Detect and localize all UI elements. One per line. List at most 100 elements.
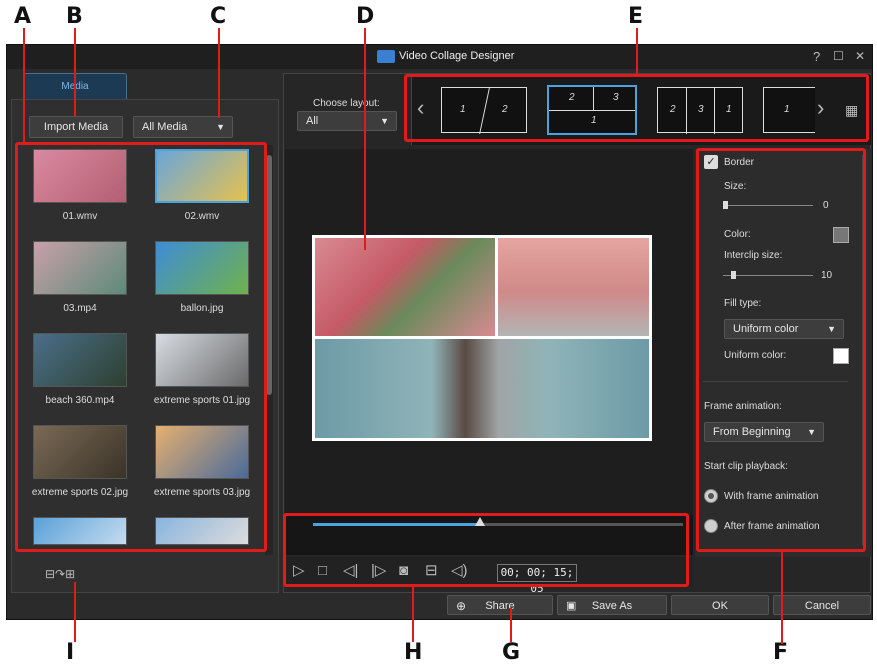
timecode-display[interactable]: 00; 00; 15; 05 <box>497 564 577 595</box>
interclip-slider[interactable] <box>723 271 813 279</box>
cancel-button[interactable]: Cancel <box>773 595 871 615</box>
media-thumbnail[interactable] <box>33 149 127 203</box>
layout-cell-label: 2 <box>670 104 676 115</box>
layout-label: Choose layout: <box>313 98 380 109</box>
media-item-label: extreme sports 01.jpg <box>153 395 251 406</box>
prev-frame-icon[interactable]: ◁| <box>343 563 358 578</box>
collage-clip-1[interactable] <box>315 238 495 336</box>
dropdown-icon: ▼ <box>380 116 389 126</box>
media-thumbnail[interactable] <box>155 241 249 295</box>
collage-clip-3[interactable] <box>315 339 649 438</box>
layout-option[interactable]: 1 <box>763 87 815 133</box>
subtitle-icon[interactable]: ⊟ <box>425 563 438 578</box>
dropdown-icon: ▼ <box>807 427 816 437</box>
layout-option[interactable]: 1 2 <box>441 87 527 134</box>
uniform-color-label: Uniform color: <box>724 350 787 361</box>
dropdown-icon: ▼ <box>827 324 836 334</box>
seek-thumb[interactable] <box>474 517 485 526</box>
media-item-label: 03.mp4 <box>63 303 97 314</box>
media-thumbnail[interactable] <box>155 149 249 203</box>
media-item-label: 02.wmv <box>184 211 220 222</box>
layout-filter-value: All <box>306 115 319 127</box>
option-with-animation[interactable]: With frame animation <box>724 491 818 502</box>
media-item-label: ballon.jpg <box>180 303 224 314</box>
media-scrollbar[interactable] <box>265 145 273 555</box>
prev-icon[interactable]: ‹ <box>417 97 424 119</box>
color-label: Color: <box>724 229 751 240</box>
slider-thumb[interactable] <box>723 201 728 209</box>
storyboard-toggle-icon[interactable]: ⊟↷⊞ <box>45 567 105 581</box>
leader-h <box>412 587 414 642</box>
app-window: Video Collage Designer ? ☐ ✕ Media Impor… <box>6 44 873 620</box>
layout-cell-label: 1 <box>726 104 732 115</box>
import-media-button[interactable]: Import Media <box>29 116 123 138</box>
size-value: 0 <box>823 200 829 211</box>
next-frame-icon[interactable]: |▷ <box>371 563 386 578</box>
layout-divider <box>714 88 715 134</box>
interclip-label: Interclip size: <box>724 250 783 261</box>
collage-clip-2[interactable] <box>498 238 649 336</box>
annotated-screenshot: A B C D E F G H I Video Collage Designer… <box>0 0 877 664</box>
media-thumbnail[interactable] <box>155 517 249 545</box>
seek-area <box>285 515 693 555</box>
media-item-label: beach 360.mp4 <box>45 395 115 406</box>
layout-divider <box>686 88 687 134</box>
media-thumbnail[interactable] <box>33 425 127 479</box>
callout-f: F <box>773 640 789 664</box>
media-item-label: extreme sports 03.jpg <box>153 487 251 498</box>
play-icon[interactable]: ▷ <box>293 563 305 578</box>
logo-icon <box>377 50 395 63</box>
leader-i <box>74 582 76 642</box>
layout-cell-label: 1 <box>784 104 790 115</box>
layout-cell-label: 3 <box>613 92 619 103</box>
properties-scrollbar[interactable] <box>862 155 866 545</box>
media-thumbnail[interactable] <box>33 241 127 295</box>
media-thumbnail[interactable] <box>155 333 249 387</box>
media-filter-value: All Media <box>142 121 188 133</box>
layout-filter-dropdown[interactable]: All ▼ <box>297 111 397 131</box>
size-slider[interactable] <box>723 201 813 209</box>
close-icon[interactable]: ✕ <box>855 49 865 63</box>
layout-cell-label: 1 <box>591 115 597 126</box>
leader-b <box>74 28 76 116</box>
interclip-value: 10 <box>821 270 833 281</box>
uniform-color-swatch[interactable] <box>833 348 849 364</box>
media-filter-dropdown[interactable]: All Media ▼ <box>133 116 233 138</box>
option-after-animation[interactable]: After frame animation <box>724 521 820 532</box>
layout-option-selected[interactable]: 2 3 1 <box>547 85 637 135</box>
scrollbar-thumb[interactable] <box>266 155 272 395</box>
snapshot-icon[interactable]: ◙ <box>399 563 408 578</box>
callout-h: H <box>404 640 423 664</box>
media-thumbnail[interactable] <box>33 517 127 545</box>
callout-g: G <box>502 640 521 664</box>
volume-icon[interactable]: ◁) <box>451 563 468 578</box>
border-color-swatch[interactable] <box>833 227 849 243</box>
frame-animation-dropdown[interactable]: From Beginning ▼ <box>704 422 824 442</box>
slider-thumb[interactable] <box>731 271 736 279</box>
ok-button[interactable]: OK <box>671 595 769 615</box>
radio-after-animation[interactable] <box>704 519 718 533</box>
seek-bar[interactable] <box>313 517 683 526</box>
checkbox-icon[interactable]: ✓ <box>704 155 718 169</box>
radio-with-animation[interactable] <box>704 489 718 503</box>
help-icon[interactable]: ? <box>813 49 820 64</box>
save-as-button[interactable]: ▣ Save As <box>557 595 667 615</box>
title-bar: Video Collage Designer ? ☐ ✕ <box>7 45 872 69</box>
frame-animation-label: Frame animation: <box>704 401 782 412</box>
layout-cell-label: 2 <box>569 92 575 103</box>
collage-preview[interactable] <box>312 235 652 441</box>
media-thumbnail[interactable] <box>33 333 127 387</box>
fill-type-dropdown[interactable]: Uniform color ▼ <box>724 319 844 339</box>
media-thumbnail[interactable] <box>155 425 249 479</box>
window-title: Video Collage Designer <box>399 50 515 62</box>
stop-icon[interactable]: □ <box>318 563 327 578</box>
maximize-icon[interactable]: ☐ <box>833 49 844 63</box>
layout-option[interactable]: 2 3 1 <box>657 87 743 134</box>
callout-b: B <box>66 4 83 29</box>
share-button[interactable]: ⊕ Share <box>447 595 553 615</box>
leader-d <box>364 28 366 250</box>
save-as-label: Save As <box>591 600 633 612</box>
grid-icon[interactable]: ▦ <box>845 103 858 117</box>
next-icon[interactable]: › <box>817 97 824 119</box>
media-item-label: extreme sports 02.jpg <box>31 487 129 498</box>
